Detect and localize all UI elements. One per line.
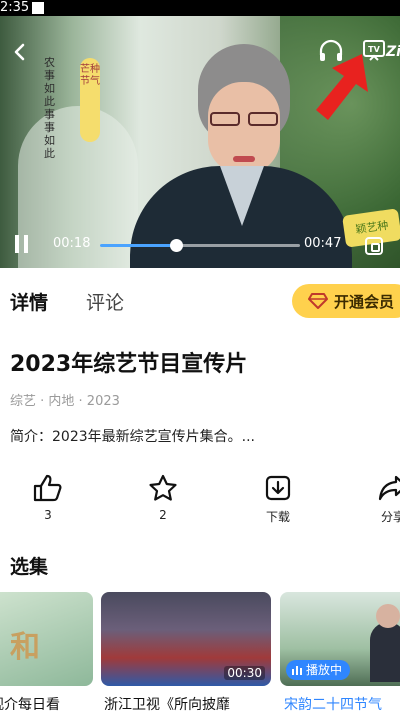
progress-bar[interactable] [100, 239, 300, 252]
episode-thumbnail-3[interactable]: 播放中 [280, 592, 400, 686]
video-meta: 综艺 · 内地 · 2023 [10, 394, 120, 409]
tab-comment[interactable]: 评论 [86, 288, 124, 315]
episode-thumbnail-1[interactable]: 和 [0, 592, 93, 686]
status-notification-icon [32, 2, 44, 14]
share-label: 分享 [380, 510, 400, 524]
episode-title-3[interactable]: 宋韵二十四节气 [284, 694, 382, 712]
favorite-button[interactable]: 2 [133, 470, 193, 522]
share-button[interactable]: 分享 [363, 470, 400, 525]
episode-duration: 00:30 [224, 666, 265, 680]
tab-detail[interactable]: 详情 [10, 288, 48, 315]
download-button[interactable]: 下载 [248, 470, 308, 525]
tv-suffix-text: Zi [386, 44, 400, 60]
video-presenter-lips [233, 156, 255, 162]
like-button[interactable]: 3 [18, 470, 78, 522]
vip-button[interactable]: 开通会员 [292, 284, 400, 318]
like-count: 3 [44, 508, 52, 522]
back-button[interactable] [4, 36, 36, 68]
video-title: 2023年综艺节目宣传片 [10, 352, 248, 377]
episode-title-1[interactable]: 观介每日看 [0, 694, 60, 712]
pause-button[interactable] [8, 230, 36, 258]
video-calligraphy-text: 农事如此 事事如此 [44, 56, 55, 160]
now-playing-label: 播放中 [306, 663, 343, 677]
detail-tabs: 详情 评论 开通会员 [0, 280, 400, 324]
episodes-heading: 选集 [10, 556, 49, 578]
favorite-count: 2 [159, 508, 167, 522]
red-arrow-annotation [316, 54, 368, 120]
thumbs-up-icon [33, 474, 62, 502]
progress-fill [100, 244, 176, 247]
status-time: 2:35 [0, 0, 30, 15]
total-time: 00:47 [304, 236, 342, 251]
chevron-left-icon [14, 43, 25, 61]
diamond-icon [308, 293, 328, 309]
download-icon [265, 475, 291, 501]
fullscreen-icon [365, 237, 383, 255]
vip-button-label: 开通会员 [334, 292, 395, 311]
episode-thumbnail-1-text: 和 [10, 630, 40, 665]
star-icon [149, 474, 177, 501]
share-icon [378, 475, 400, 501]
pause-icon [15, 235, 28, 253]
episode-title-2[interactable]: 浙江卫视《所向披靡 [104, 694, 230, 712]
video-presenter-glasses [208, 112, 280, 128]
video-description[interactable]: 简介：2023年最新综艺宣传片集合。... [10, 426, 255, 446]
episode-thumbnail-3-host [370, 604, 400, 682]
download-label: 下载 [265, 510, 290, 524]
episode-thumbnail-2[interactable]: 00:30 [101, 592, 271, 686]
status-bar: 2:35 [0, 0, 400, 16]
video-player[interactable]: 农事如此 事事如此 芒种节气 颖艺种 TV Zi 00:18 00:47 [0, 16, 400, 268]
current-time: 00:18 [53, 236, 91, 251]
equalizer-icon [292, 666, 302, 675]
fullscreen-button[interactable] [360, 232, 388, 260]
video-solar-term-badge: 芒种节气 [80, 58, 100, 142]
progress-knob[interactable] [170, 239, 183, 252]
svg-text:TV: TV [368, 45, 380, 54]
now-playing-badge: 播放中 [286, 660, 351, 680]
